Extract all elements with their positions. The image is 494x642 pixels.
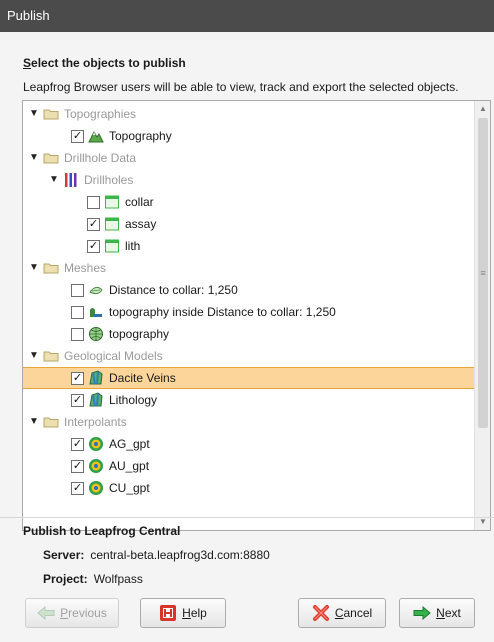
folder-icon xyxy=(43,153,59,164)
folder-icon xyxy=(43,417,59,428)
scrollbar-thumb[interactable]: ≡ xyxy=(478,118,488,428)
tree-item-distance-to-collar[interactable]: Distance to collar: 1,250 xyxy=(23,279,475,301)
tree-item-label: collar xyxy=(125,195,154,209)
section-description: Leapfrog Browser users will be able to v… xyxy=(23,80,459,94)
tree-item-label: Drillholes xyxy=(84,173,134,187)
tree-item-lithology[interactable]: ✓ Lithology xyxy=(23,389,475,411)
tree-item-label: CU_gpt xyxy=(109,481,150,495)
tree-item-lith[interactable]: ✓ lith xyxy=(23,235,475,257)
server-label: Server: xyxy=(43,548,85,562)
mesh-sphere-icon xyxy=(89,327,103,341)
help-button[interactable]: Help xyxy=(140,598,226,628)
previous-button[interactable]: Previous xyxy=(25,598,119,628)
checkbox[interactable]: ✓ xyxy=(71,437,84,451)
expand-toggle-icon[interactable]: ▼ xyxy=(29,153,39,163)
tree-item-label: topography inside Distance to collar: 1,… xyxy=(109,305,336,319)
tree-item-label: Drillhole Data xyxy=(64,151,137,165)
expand-toggle-icon[interactable]: ▼ xyxy=(29,109,39,119)
tree-item-ag-gpt[interactable]: ✓ AG_gpt xyxy=(23,433,475,455)
tree-folder-meshes[interactable]: ▼ Meshes xyxy=(23,257,475,279)
tree-item-label: Interpolants xyxy=(64,415,127,429)
checkbox[interactable]: ✓ xyxy=(87,217,100,231)
checkbox[interactable]: ✓ xyxy=(87,239,100,253)
project-value: Wolfpass xyxy=(93,572,143,586)
publish-heading: Publish to Leapfrog Central xyxy=(23,524,181,538)
tree-folder-drillhole-data[interactable]: ▼ Drillhole Data xyxy=(23,147,475,169)
section-title: Select the objects to publish xyxy=(23,56,186,70)
expand-toggle-icon[interactable]: ▼ xyxy=(49,175,59,185)
tree-item-label: Meshes xyxy=(64,261,107,275)
expand-toggle-icon[interactable]: ▼ xyxy=(29,351,39,361)
tree-folder-interpolants[interactable]: ▼ Interpolants xyxy=(23,411,475,433)
tree-item-label: assay xyxy=(125,217,157,231)
project-label: Project: xyxy=(43,572,88,586)
next-button[interactable]: Next xyxy=(399,598,475,628)
tree-item-label: Geological Models xyxy=(64,349,163,363)
interpolant-icon xyxy=(89,481,103,495)
folder-icon xyxy=(43,109,59,120)
tree-item-label: lith xyxy=(125,239,141,253)
tree-item-cu-gpt[interactable]: ✓ CU_gpt xyxy=(23,477,475,499)
tree-item-label: topography xyxy=(109,327,170,341)
scrollbar-grip-icon: ≡ xyxy=(480,268,486,278)
geological-model-icon xyxy=(89,392,103,407)
checkbox[interactable] xyxy=(71,327,84,341)
tree-item-topography-inside-distance[interactable]: topography inside Distance to collar: 1,… xyxy=(23,301,475,323)
folder-icon xyxy=(43,263,59,274)
tree-item-assay[interactable]: ✓ assay xyxy=(23,213,475,235)
tree-rows: ▼ Topographies ✓ Topography ▼ Drillhole … xyxy=(23,101,475,530)
mesh-clip-icon xyxy=(90,308,102,317)
expand-toggle-icon[interactable]: ▼ xyxy=(29,263,39,273)
window-title: Publish xyxy=(7,8,50,23)
table-icon xyxy=(105,239,119,253)
tree-item-label: Topography xyxy=(109,129,172,143)
checkbox[interactable]: ✓ xyxy=(71,129,84,143)
tree-item-au-gpt[interactable]: ✓ AU_gpt xyxy=(23,455,475,477)
tree-item-label: AG_gpt xyxy=(109,437,150,451)
interpolant-icon xyxy=(89,459,103,473)
tree-item-dacite-veins[interactable]: ✓ Dacite Veins xyxy=(23,367,475,389)
table-icon xyxy=(105,195,119,209)
tree-folder-drillholes[interactable]: ▼ Drillholes xyxy=(23,169,475,191)
checkbox[interactable]: ✓ xyxy=(71,481,84,495)
window-titlebar: Publish xyxy=(0,0,494,32)
arrow-right-icon xyxy=(413,606,431,620)
tree-item-label: Lithology xyxy=(109,393,158,407)
checkbox[interactable]: ✓ xyxy=(71,459,84,473)
tree-scrollbar[interactable]: ▲ ≡ ▼ xyxy=(474,101,490,530)
folder-icon xyxy=(43,351,59,362)
arrow-left-icon xyxy=(37,606,55,620)
tree-item-topography-mesh[interactable]: topography xyxy=(23,323,475,345)
checkbox[interactable] xyxy=(71,283,84,297)
tree-item-label: Topographies xyxy=(64,107,137,121)
tree-item-label: Dacite Veins xyxy=(109,371,176,385)
checkbox[interactable]: ✓ xyxy=(71,371,84,385)
checkbox[interactable] xyxy=(71,305,84,319)
geological-model-icon xyxy=(89,370,103,385)
topography-icon xyxy=(88,130,104,143)
table-icon xyxy=(105,217,119,231)
drillholes-icon xyxy=(65,173,77,187)
divider xyxy=(0,517,494,518)
cancel-button[interactable]: Cancel xyxy=(298,598,386,628)
interpolant-icon xyxy=(89,437,103,451)
tree-item-collar[interactable]: collar xyxy=(23,191,475,213)
help-icon xyxy=(159,604,177,622)
expand-toggle-icon[interactable]: ▼ xyxy=(29,417,39,427)
object-tree[interactable]: ▼ Topographies ✓ Topography ▼ Drillhole … xyxy=(22,100,491,531)
project-row: Project: Wolfpass xyxy=(43,572,143,586)
publish-dialog: Select the objects to publish Leapfrog B… xyxy=(0,32,494,642)
checkbox[interactable]: ✓ xyxy=(71,393,84,407)
tree-item-label: AU_gpt xyxy=(109,459,150,473)
tree-folder-topographies[interactable]: ▼ Topographies xyxy=(23,103,475,125)
server-row: Server: central-beta.leapfrog3d.com:8880 xyxy=(43,548,270,562)
tree-item-topography[interactable]: ✓ Topography xyxy=(23,125,475,147)
tree-folder-geological-models[interactable]: ▼ Geological Models xyxy=(23,345,475,367)
scroll-up-arrow-icon[interactable]: ▲ xyxy=(475,101,490,117)
checkbox[interactable] xyxy=(87,195,100,209)
distance-mesh-icon xyxy=(89,286,103,295)
cancel-x-icon xyxy=(312,604,330,622)
server-value: central-beta.leapfrog3d.com:8880 xyxy=(90,548,270,562)
tree-item-label: Distance to collar: 1,250 xyxy=(109,283,238,297)
